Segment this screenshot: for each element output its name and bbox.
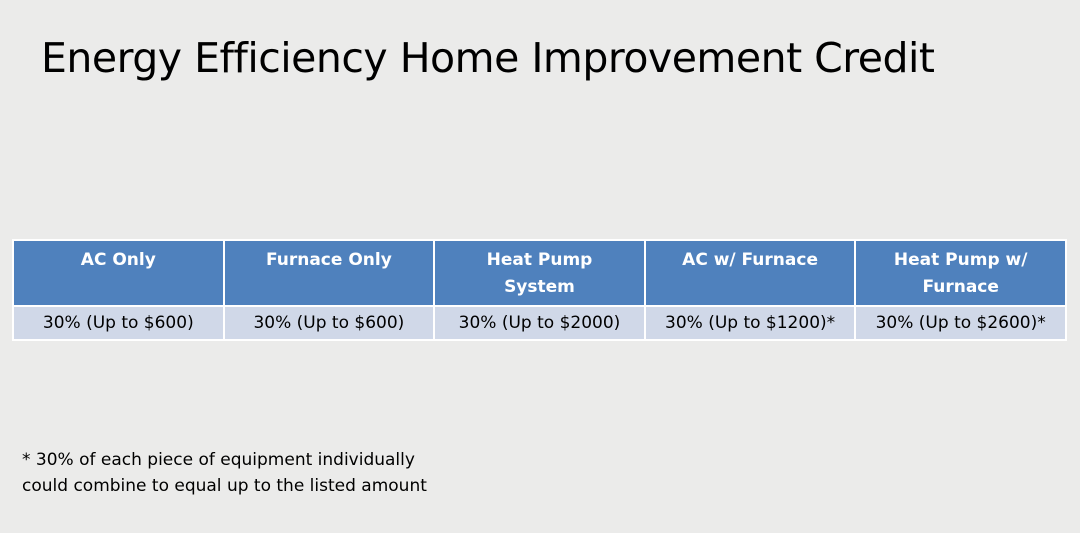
column-header-heat-pump-with-furnace: Heat Pump w/ Furnace [854,239,1067,307]
cell-heat-pump-with-furnace: 30% (Up to $2600)* [854,305,1067,341]
cell-furnace-only: 30% (Up to $600) [222,305,436,341]
credit-table: AC Only Furnace Only Heat Pump System AC… [12,239,1067,341]
column-header-ac-with-furnace: AC w/ Furnace [643,239,857,307]
column-header-ac-only: AC Only [12,239,225,307]
cell-ac-with-furnace: 30% (Up to $1200)* [643,305,857,341]
footnote: * 30% of each piece of equipment individ… [22,447,427,499]
cell-ac-only: 30% (Up to $600) [12,305,225,341]
footnote-line-2: could combine to equal up to the listed … [22,476,427,496]
column-header-heat-pump-system: Heat Pump System [433,239,646,307]
table-row: 30% (Up to $600) 30% (Up to $600) 30% (U… [12,305,1067,341]
table-header-row: AC Only Furnace Only Heat Pump System AC… [12,239,1067,307]
footnote-line-1: * 30% of each piece of equipment individ… [22,450,415,470]
column-header-furnace-only: Furnace Only [222,239,436,307]
cell-heat-pump-system: 30% (Up to $2000) [433,305,646,341]
slide-title: Energy Efficiency Home Improvement Credi… [41,34,935,82]
